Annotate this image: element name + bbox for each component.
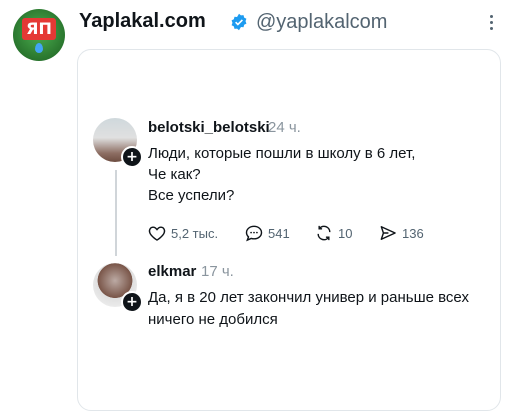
- reply-time: 17 ч.: [201, 263, 234, 280]
- post-text-line: Че как?: [148, 166, 201, 183]
- plus-icon[interactable]: +: [121, 291, 143, 313]
- like-count: 5,2 тыс.: [171, 225, 219, 241]
- verified-badge-icon: [231, 13, 247, 31]
- repost-count: 10: [338, 225, 353, 241]
- post-text-line: Люди, которые пошли в школу в 6 лет,: [148, 145, 416, 162]
- avatar-logo-text: ЯП: [22, 18, 56, 40]
- plus-icon[interactable]: +: [121, 146, 143, 168]
- thread-connector-line: [115, 170, 117, 256]
- post-author-name[interactable]: belotski_belotski: [148, 119, 270, 136]
- heart-icon: [148, 226, 166, 241]
- post-text-line: Все успели?: [148, 187, 235, 204]
- account-handle[interactable]: @yaplakalcom: [256, 11, 387, 34]
- reply-text-line: ничего не добился: [148, 311, 278, 328]
- share-button[interactable]: 136: [378, 222, 424, 244]
- drop-icon: [35, 43, 43, 53]
- reply-author-name[interactable]: elkmar: [148, 263, 196, 280]
- post-time: 24 ч.: [268, 119, 301, 136]
- like-button[interactable]: 5,2 тыс.: [147, 222, 218, 244]
- repost-button[interactable]: 10: [314, 222, 352, 244]
- comment-icon: [245, 225, 263, 242]
- account-avatar[interactable]: ЯП: [13, 9, 65, 61]
- share-count: 136: [402, 225, 424, 241]
- reply-text-line: Да, я в 20 лет закончил универ и раньше …: [148, 289, 469, 306]
- reply-button[interactable]: 541: [244, 222, 290, 244]
- repost-icon: [317, 225, 331, 241]
- share-icon: [380, 226, 396, 240]
- account-display-name[interactable]: Yaplakal.com: [79, 10, 206, 33]
- more-icon[interactable]: [484, 12, 498, 34]
- reply-count: 541: [268, 225, 290, 241]
